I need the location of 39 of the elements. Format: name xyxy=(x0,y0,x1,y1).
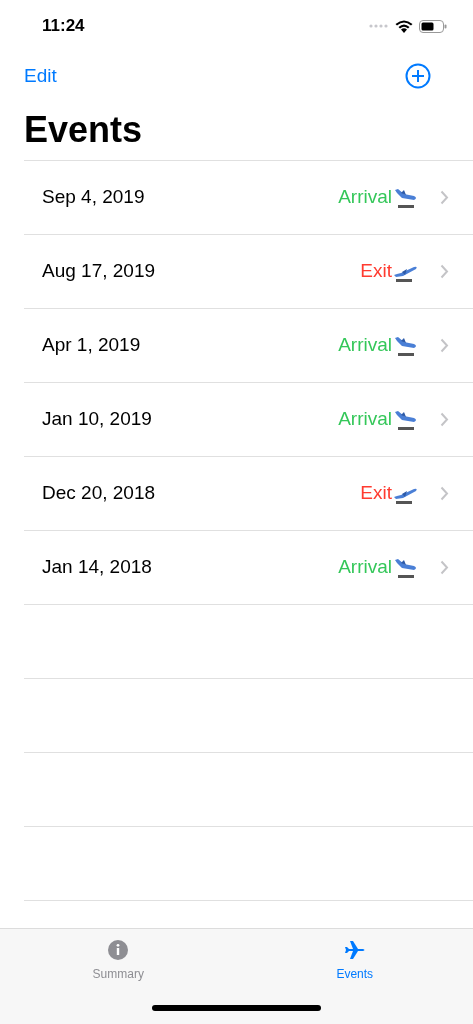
page-title: Events xyxy=(23,108,144,152)
info-icon xyxy=(107,939,130,961)
event-row[interactable]: Jan 14, 2018 Arrival xyxy=(24,531,473,605)
event-date: Dec 20, 2018 xyxy=(42,481,157,506)
plane-landing-icon xyxy=(392,186,418,209)
event-date: Jan 10, 2019 xyxy=(42,407,153,432)
event-type-label: Arrival xyxy=(338,185,392,210)
event-row[interactable]: Aug 17, 2019 Exit xyxy=(24,235,473,309)
event-date: Aug 17, 2019 xyxy=(42,259,157,284)
edit-button[interactable]: Edit xyxy=(24,61,57,91)
plane-landing-icon xyxy=(392,334,418,357)
event-type-label: Arrival xyxy=(338,555,392,580)
battery-icon xyxy=(419,19,447,33)
event-date: Apr 1, 2019 xyxy=(42,333,142,358)
status-time: 11:24 xyxy=(42,15,85,38)
chevron-icon xyxy=(440,264,449,279)
chevron-icon xyxy=(440,560,449,575)
event-row[interactable]: Dec 20, 2018 Exit xyxy=(24,457,473,531)
event-date: Jan 14, 2018 xyxy=(42,555,153,580)
chevron-icon xyxy=(440,412,449,427)
wifi-icon xyxy=(395,19,413,33)
chevron-icon xyxy=(440,338,449,353)
add-circle-icon xyxy=(405,63,431,89)
airplane-icon xyxy=(342,939,367,961)
event-type-label: Exit xyxy=(360,259,392,284)
tab-item[interactable]: Events xyxy=(236,929,473,991)
event-type-label: Arrival xyxy=(338,333,392,358)
add-button[interactable] xyxy=(405,63,431,89)
event-row[interactable]: Sep 4, 2019 Arrival xyxy=(24,161,473,235)
event-row[interactable]: Jan 10, 2019 Arrival xyxy=(24,383,473,457)
event-type-label: Arrival xyxy=(338,407,392,432)
chevron-icon xyxy=(440,486,449,501)
chevron-icon xyxy=(440,190,449,205)
event-type-label: Exit xyxy=(360,481,392,506)
event-date: Sep 4, 2019 xyxy=(42,185,146,210)
plane-landing-icon xyxy=(392,408,418,431)
plane-landing-icon xyxy=(392,556,418,579)
event-row[interactable]: Apr 1, 2019 Arrival xyxy=(24,309,473,383)
signal-icon xyxy=(369,24,389,28)
